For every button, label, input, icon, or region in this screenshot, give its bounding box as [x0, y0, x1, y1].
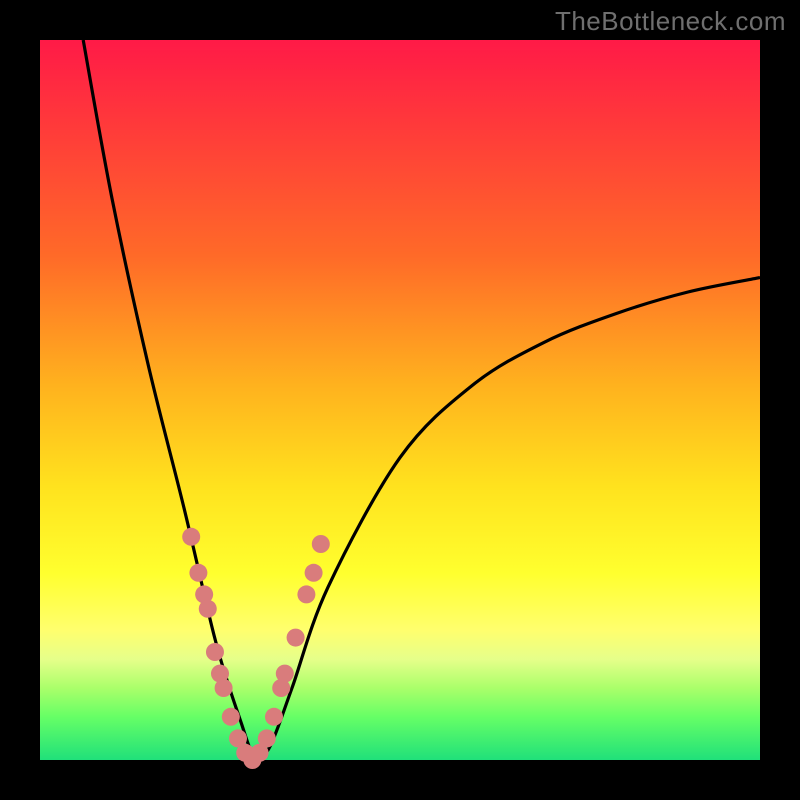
marker-point	[276, 665, 294, 683]
marker-point	[297, 585, 315, 603]
marker-point	[287, 629, 305, 647]
marker-point	[189, 564, 207, 582]
chart-frame: TheBottleneck.com	[0, 0, 800, 800]
bottleneck-curve-path	[83, 40, 760, 760]
marker-point	[258, 729, 276, 747]
marker-point	[206, 643, 224, 661]
curve-svg	[40, 40, 760, 760]
marker-point	[199, 600, 217, 618]
marker-point	[215, 679, 233, 697]
marker-point	[265, 708, 283, 726]
marker-point	[182, 528, 200, 546]
marker-point	[305, 564, 323, 582]
marker-point	[222, 708, 240, 726]
marker-group	[182, 528, 330, 769]
marker-point	[312, 535, 330, 553]
watermark-text: TheBottleneck.com	[555, 6, 786, 37]
plot-area	[40, 40, 760, 760]
